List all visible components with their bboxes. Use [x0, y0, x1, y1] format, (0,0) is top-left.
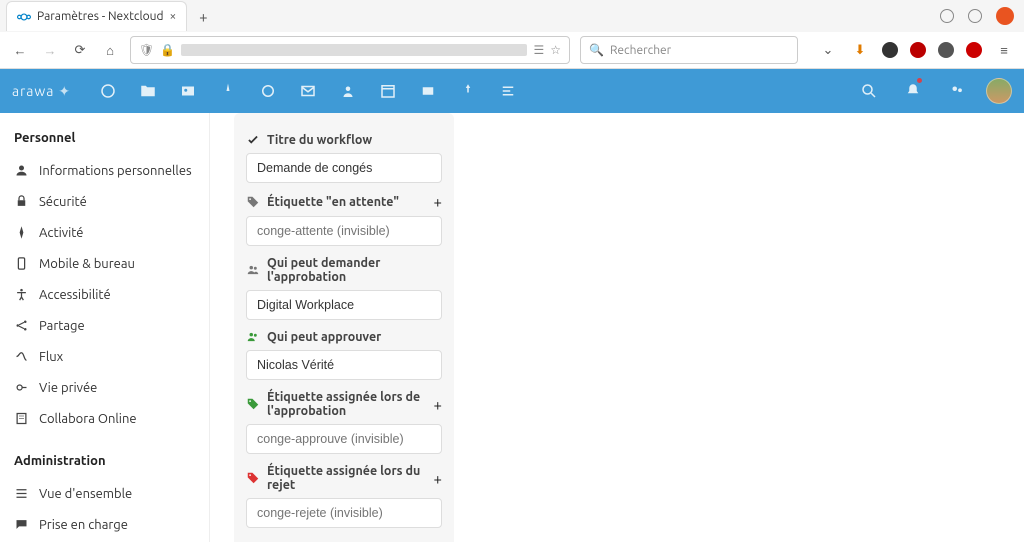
nextcloud-header: arawa✦ [0, 69, 1024, 113]
extension-icon[interactable] [882, 42, 898, 58]
tab-strip: Paramètres - Nextcloud × + [0, 0, 1024, 32]
url-bar[interactable]: 🛡 🔒 ☰ ☆ [130, 36, 570, 64]
rejected-tag-input[interactable] [246, 498, 442, 528]
nc-app-mail[interactable] [291, 74, 325, 108]
reader-icon[interactable]: ☰ [533, 43, 544, 57]
url-blurred [181, 44, 527, 56]
reload-button[interactable]: ⟳ [70, 40, 90, 60]
sidebar-item-flow[interactable]: Flux [0, 341, 209, 372]
nc-search-icon[interactable] [854, 74, 884, 108]
rejected-tag-label: Étiquette assignée lors du rejet + [246, 464, 442, 492]
window-close-button[interactable] [996, 7, 1014, 25]
browser-toolbar: ← → ⟳ ⌂ 🛡 🔒 ☰ ☆ 🔍 Rechercher ⌄ ⬇ ≡ [0, 32, 1024, 68]
sidebar-item-security[interactable]: Sécurité [0, 186, 209, 217]
sidebar-item-activity[interactable]: Activité [0, 217, 209, 248]
sidebar-item-collabora[interactable]: Collabora Online [0, 403, 209, 434]
users-icon [246, 263, 260, 277]
pending-tag-input[interactable] [246, 216, 442, 246]
adblock-icon[interactable] [966, 42, 982, 58]
star-icon[interactable]: ☆ [550, 43, 561, 57]
add-approved-tag-button[interactable]: + [434, 396, 442, 413]
window-controls [940, 7, 1024, 25]
sidebar-section-personal: Personnel [0, 125, 209, 155]
new-tab-button[interactable]: + [191, 4, 215, 28]
sidebar-item-mobile[interactable]: Mobile & bureau [0, 248, 209, 279]
ublock-icon[interactable] [910, 42, 926, 58]
shield-icon: 🛡 [139, 43, 154, 57]
check-icon [246, 133, 260, 147]
nc-app-contacts[interactable] [331, 74, 365, 108]
forward-button[interactable]: → [40, 40, 60, 60]
window-minimize-button[interactable] [940, 9, 954, 23]
nc-app-deck[interactable] [411, 74, 445, 108]
browser-search[interactable]: 🔍 Rechercher [580, 36, 798, 64]
nc-app-switcher [91, 74, 525, 108]
requester-input[interactable] [246, 290, 442, 320]
users-approve-icon [246, 330, 260, 344]
pocket-icon[interactable]: ⌄ [818, 40, 838, 60]
approver-label: Qui peut approuver [246, 330, 442, 344]
nc-app-files[interactable] [131, 74, 165, 108]
sidebar-item-overview[interactable]: Vue d'ensemble [0, 478, 209, 509]
tag-icon [246, 195, 260, 209]
nc-logo[interactable]: arawa✦ [12, 83, 71, 100]
home-button[interactable]: ⌂ [100, 40, 120, 60]
nc-app-upgrade[interactable] [451, 74, 485, 108]
sidebar-item-support[interactable]: Prise en charge [0, 509, 209, 540]
menu-icon[interactable]: ≡ [994, 40, 1014, 60]
add-pending-tag-button[interactable]: + [434, 193, 442, 210]
workflow-title-input[interactable] [246, 153, 442, 183]
nc-contacts-menu-icon[interactable] [942, 74, 972, 108]
nc-app-photos[interactable] [171, 74, 205, 108]
nc-app-talk[interactable] [251, 74, 285, 108]
back-button[interactable]: ← [10, 40, 30, 60]
tag-approve-icon [246, 397, 260, 411]
toolbar-extensions: ⌄ ⬇ ≡ [818, 40, 1014, 60]
extension-icon-2[interactable] [938, 42, 954, 58]
settings-sidebar: Personnel Informations personnelles Sécu… [0, 113, 210, 542]
nc-app-activity[interactable] [211, 74, 245, 108]
workflow-panel: Titre du workflow Étiquette "en attente"… [234, 113, 454, 542]
lock-icon: 🔒 [160, 43, 175, 57]
sidebar-item-sharing[interactable]: Partage [0, 310, 209, 341]
nc-notifications-icon[interactable] [898, 74, 928, 108]
tag-reject-icon [246, 471, 260, 485]
tab-close-icon[interactable]: × [170, 10, 177, 23]
nc-user-avatar[interactable] [986, 78, 1012, 104]
workflow-title-label: Titre du workflow [246, 133, 442, 147]
settings-app: Personnel Informations personnelles Sécu… [0, 113, 1024, 542]
search-icon: 🔍 [589, 43, 604, 57]
sidebar-item-accessibility[interactable]: Accessibilité [0, 279, 209, 310]
nextcloud-favicon-icon [17, 10, 31, 24]
nc-app-dashboard[interactable] [91, 74, 125, 108]
search-placeholder: Rechercher [610, 44, 671, 57]
browser-tab[interactable]: Paramètres - Nextcloud × [6, 1, 187, 31]
sidebar-section-admin: Administration [0, 448, 209, 478]
tab-title: Paramètres - Nextcloud [37, 10, 164, 23]
nc-app-more[interactable] [491, 74, 525, 108]
window-maximize-button[interactable] [968, 9, 982, 23]
approver-input[interactable] [246, 350, 442, 380]
settings-content: Titre du workflow Étiquette "en attente"… [210, 113, 1024, 542]
nc-app-calendar[interactable] [371, 74, 405, 108]
requester-label: Qui peut demander l'approbation [246, 256, 442, 284]
approved-tag-label: Étiquette assignée lors de l'approbation… [246, 390, 442, 418]
pending-tag-label: Étiquette "en attente" + [246, 193, 442, 210]
approved-tag-input[interactable] [246, 424, 442, 454]
browser-chrome: Paramètres - Nextcloud × + ← → ⟳ ⌂ 🛡 🔒 ☰… [0, 0, 1024, 69]
download-icon[interactable]: ⬇ [850, 40, 870, 60]
add-rejected-tag-button[interactable]: + [434, 470, 442, 487]
nc-header-right [854, 74, 1012, 108]
sidebar-item-personal-info[interactable]: Informations personnelles [0, 155, 209, 186]
sidebar-item-privacy[interactable]: Vie privée [0, 372, 209, 403]
